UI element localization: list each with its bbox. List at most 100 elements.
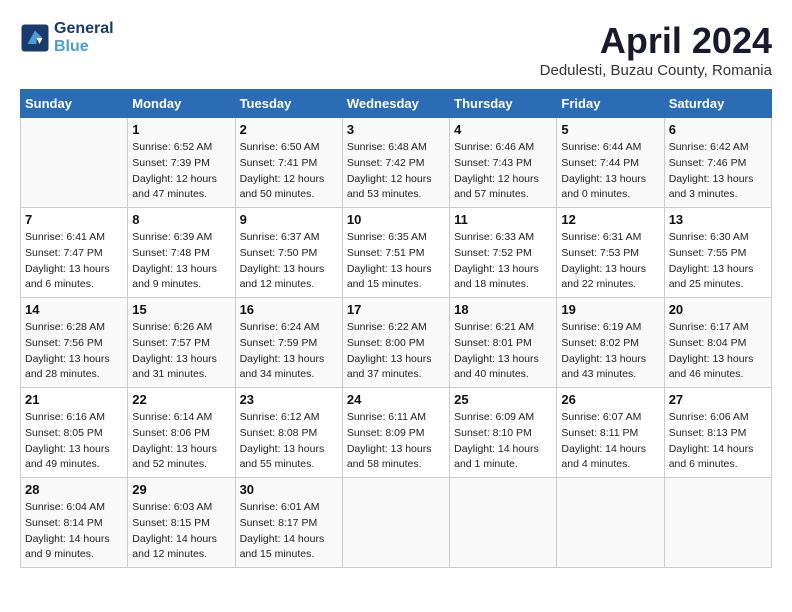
calendar-cell: 14 Sunrise: 6:28 AMSunset: 7:56 PMDayligh…	[21, 298, 128, 388]
day-number: 8	[132, 212, 230, 227]
day-number: 7	[25, 212, 123, 227]
calendar-week-row: 21Sunrise: 6:16 AMSunset: 8:05 PMDayligh…	[21, 388, 772, 478]
day-number: 13	[669, 212, 767, 227]
day-info: Sunrise: 6:50 AMSunset: 7:41 PMDaylight:…	[240, 140, 338, 203]
day-info: Sunrise: 6:21 AMSunset: 8:01 PMDaylight:…	[454, 320, 552, 383]
day-number: 1	[132, 122, 230, 137]
day-info: Sunrise: 6:46 AMSunset: 7:43 PMDaylight:…	[454, 140, 552, 203]
day-info: Sunrise: 6:07 AMSunset: 8:11 PMDaylight:…	[561, 410, 659, 473]
calendar-cell	[342, 478, 449, 568]
calendar-cell: 4 Sunrise: 6:46 AMSunset: 7:43 PMDaylight…	[450, 118, 557, 208]
calendar-cell: 25Sunrise: 6:09 AMSunset: 8:10 PMDayligh…	[450, 388, 557, 478]
day-info: Sunrise: 6:41 AMSunset: 7:47 PMDaylight:…	[25, 230, 123, 293]
calendar-cell: 11Sunrise: 6:33 AMSunset: 7:52 PMDayligh…	[450, 208, 557, 298]
calendar-week-row: 1 Sunrise: 6:52 AMSunset: 7:39 PMDaylight…	[21, 118, 772, 208]
calendar-cell	[557, 478, 664, 568]
calendar-cell: 19 Sunrise: 6:19 AMSunset: 8:02 PMDayligh…	[557, 298, 664, 388]
title-area: April 2024 Dedulesti, Buzau County, Roma…	[540, 20, 772, 79]
calendar-cell: 10 Sunrise: 6:35 AMSunset: 7:51 PMDayligh…	[342, 208, 449, 298]
day-number: 15	[132, 302, 230, 317]
header-day-sunday: Sunday	[21, 90, 128, 118]
day-info: Sunrise: 6:04 AMSunset: 8:14 PMDaylight:…	[25, 500, 123, 563]
day-info: Sunrise: 6:09 AMSunset: 8:10 PMDaylight:…	[454, 410, 552, 473]
calendar-cell: 23 Sunrise: 6:12 AMSunset: 8:08 PMDayligh…	[235, 388, 342, 478]
day-number: 2	[240, 122, 338, 137]
header-day-monday: Monday	[128, 90, 235, 118]
day-info: Sunrise: 6:19 AMSunset: 8:02 PMDaylight:…	[561, 320, 659, 383]
calendar-cell: 9 Sunrise: 6:37 AMSunset: 7:50 PMDaylight…	[235, 208, 342, 298]
day-number: 26	[561, 392, 659, 407]
header-day-friday: Friday	[557, 90, 664, 118]
day-number: 5	[561, 122, 659, 137]
day-info: Sunrise: 6:48 AMSunset: 7:42 PMDaylight:…	[347, 140, 445, 203]
day-number: 22	[132, 392, 230, 407]
calendar-cell: 21Sunrise: 6:16 AMSunset: 8:05 PMDayligh…	[21, 388, 128, 478]
day-info: Sunrise: 6:28 AMSunset: 7:56 PMDaylight:…	[25, 320, 123, 383]
day-number: 28	[25, 482, 123, 497]
day-number: 9	[240, 212, 338, 227]
calendar-cell: 17Sunrise: 6:22 AMSunset: 8:00 PMDayligh…	[342, 298, 449, 388]
header-day-tuesday: Tuesday	[235, 90, 342, 118]
day-number: 6	[669, 122, 767, 137]
day-number: 14	[25, 302, 123, 317]
calendar-week-row: 7 Sunrise: 6:41 AMSunset: 7:47 PMDaylight…	[21, 208, 772, 298]
day-info: Sunrise: 6:30 AMSunset: 7:55 PMDaylight:…	[669, 230, 767, 293]
day-info: Sunrise: 6:37 AMSunset: 7:50 PMDaylight:…	[240, 230, 338, 293]
calendar-cell: 15 Sunrise: 6:26 AMSunset: 7:57 PMDayligh…	[128, 298, 235, 388]
day-info: Sunrise: 6:17 AMSunset: 8:04 PMDaylight:…	[669, 320, 767, 383]
day-number: 27	[669, 392, 767, 407]
calendar-cell: 13 Sunrise: 6:30 AMSunset: 7:55 PMDayligh…	[664, 208, 771, 298]
calendar-cell: 6 Sunrise: 6:42 AMSunset: 7:46 PMDaylight…	[664, 118, 771, 208]
logo-text: General Blue	[54, 20, 114, 56]
day-info: Sunrise: 6:31 AMSunset: 7:53 PMDaylight:…	[561, 230, 659, 293]
calendar-cell: 1 Sunrise: 6:52 AMSunset: 7:39 PMDaylight…	[128, 118, 235, 208]
day-number: 24	[347, 392, 445, 407]
day-number: 10	[347, 212, 445, 227]
calendar-cell: 8Sunrise: 6:39 AMSunset: 7:48 PMDaylight…	[128, 208, 235, 298]
day-info: Sunrise: 6:06 AMSunset: 8:13 PMDaylight:…	[669, 410, 767, 473]
location-subtitle: Dedulesti, Buzau County, Romania	[540, 62, 772, 79]
calendar-cell	[450, 478, 557, 568]
day-number: 3	[347, 122, 445, 137]
day-number: 17	[347, 302, 445, 317]
calendar-cell: 20Sunrise: 6:17 AMSunset: 8:04 PMDayligh…	[664, 298, 771, 388]
calendar-cell	[664, 478, 771, 568]
calendar-cell: 24 Sunrise: 6:11 AMSunset: 8:09 PMDayligh…	[342, 388, 449, 478]
day-info: Sunrise: 6:35 AMSunset: 7:51 PMDaylight:…	[347, 230, 445, 293]
day-info: Sunrise: 6:12 AMSunset: 8:08 PMDaylight:…	[240, 410, 338, 473]
calendar-cell: 30 Sunrise: 6:01 AMSunset: 8:17 PMDayligh…	[235, 478, 342, 568]
day-info: Sunrise: 6:33 AMSunset: 7:52 PMDaylight:…	[454, 230, 552, 293]
day-number: 23	[240, 392, 338, 407]
day-info: Sunrise: 6:03 AMSunset: 8:15 PMDaylight:…	[132, 500, 230, 563]
calendar-cell: 5 Sunrise: 6:44 AMSunset: 7:44 PMDaylight…	[557, 118, 664, 208]
day-number: 29	[132, 482, 230, 497]
header-day-thursday: Thursday	[450, 90, 557, 118]
calendar-cell: 26 Sunrise: 6:07 AMSunset: 8:11 PMDayligh…	[557, 388, 664, 478]
calendar-cell: 22 Sunrise: 6:14 AMSunset: 8:06 PMDayligh…	[128, 388, 235, 478]
day-info: Sunrise: 6:16 AMSunset: 8:05 PMDaylight:…	[25, 410, 123, 473]
day-number: 16	[240, 302, 338, 317]
calendar-week-row: 14 Sunrise: 6:28 AMSunset: 7:56 PMDayligh…	[21, 298, 772, 388]
calendar-cell: 29 Sunrise: 6:03 AMSunset: 8:15 PMDayligh…	[128, 478, 235, 568]
calendar-cell: 12 Sunrise: 6:31 AMSunset: 7:53 PMDayligh…	[557, 208, 664, 298]
header-day-saturday: Saturday	[664, 90, 771, 118]
header-day-wednesday: Wednesday	[342, 90, 449, 118]
day-info: Sunrise: 6:11 AMSunset: 8:09 PMDaylight:…	[347, 410, 445, 473]
calendar-cell: 3 Sunrise: 6:48 AMSunset: 7:42 PMDaylight…	[342, 118, 449, 208]
day-number: 30	[240, 482, 338, 497]
logo-icon	[20, 23, 50, 53]
day-number: 12	[561, 212, 659, 227]
day-info: Sunrise: 6:01 AMSunset: 8:17 PMDaylight:…	[240, 500, 338, 563]
day-info: Sunrise: 6:14 AMSunset: 8:06 PMDaylight:…	[132, 410, 230, 473]
calendar-cell: 18 Sunrise: 6:21 AMSunset: 8:01 PMDayligh…	[450, 298, 557, 388]
day-info: Sunrise: 6:52 AMSunset: 7:39 PMDaylight:…	[132, 140, 230, 203]
calendar-table: SundayMondayTuesdayWednesdayThursdayFrid…	[20, 89, 772, 568]
calendar-cell: 7 Sunrise: 6:41 AMSunset: 7:47 PMDaylight…	[21, 208, 128, 298]
day-info: Sunrise: 6:44 AMSunset: 7:44 PMDaylight:…	[561, 140, 659, 203]
day-info: Sunrise: 6:26 AMSunset: 7:57 PMDaylight:…	[132, 320, 230, 383]
day-number: 19	[561, 302, 659, 317]
day-number: 18	[454, 302, 552, 317]
calendar-cell: 27 Sunrise: 6:06 AMSunset: 8:13 PMDayligh…	[664, 388, 771, 478]
day-info: Sunrise: 6:42 AMSunset: 7:46 PMDaylight:…	[669, 140, 767, 203]
day-number: 4	[454, 122, 552, 137]
